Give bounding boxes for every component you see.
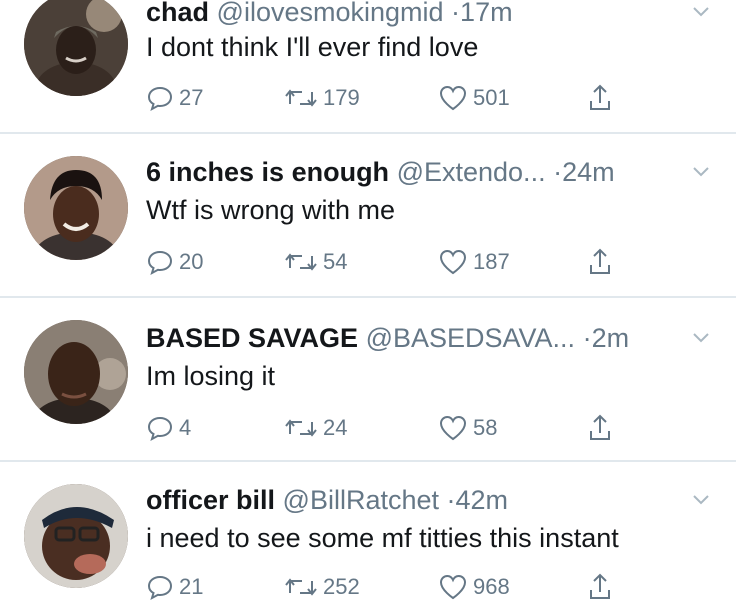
reply-count: 21 <box>179 574 204 599</box>
retweet-arrows-icon <box>284 573 323 601</box>
tweet-text: Im losing it <box>146 361 276 391</box>
retweet-count: 179 <box>323 85 360 110</box>
separator-dot: · <box>582 323 592 353</box>
share-button[interactable] <box>586 411 619 445</box>
avatar[interactable] <box>24 156 128 260</box>
display-name[interactable]: 6 inches is enough <box>146 157 389 187</box>
retweet-count: 24 <box>323 415 348 440</box>
retweet-button[interactable]: 24 <box>284 411 347 445</box>
retweet-button[interactable]: 54 <box>284 245 347 279</box>
timestamp[interactable]: 17m <box>460 0 513 27</box>
chevron-down-icon[interactable] <box>690 0 712 22</box>
reply-count: 27 <box>179 85 204 110</box>
heart-icon <box>438 84 473 112</box>
tweet-actions: 21 252 968 <box>146 570 646 604</box>
reply-button[interactable]: 21 <box>146 570 203 604</box>
share-button[interactable] <box>586 570 619 604</box>
tweet-text: Wtf is wrong with me <box>146 195 396 225</box>
avatar[interactable] <box>24 484 128 588</box>
share-upload-icon <box>586 83 619 113</box>
tweet-item[interactable]: chad @ilovesmokingmid ·17m I dont think … <box>0 0 736 134</box>
retweet-arrows-icon <box>284 414 323 442</box>
user-handle[interactable]: @BASEDSAVA... <box>366 323 575 353</box>
tweet-actions: 20 54 187 <box>146 245 646 279</box>
heart-icon <box>438 414 473 442</box>
separator-dot: · <box>553 157 563 187</box>
like-count: 58 <box>473 415 498 440</box>
like-count: 501 <box>473 85 510 110</box>
reply-button[interactable]: 4 <box>146 411 191 445</box>
like-button[interactable]: 187 <box>438 245 510 279</box>
speech-bubble-icon <box>146 573 179 601</box>
share-upload-icon <box>586 247 619 277</box>
tweet-header: BASED SAVAGE @BASEDSAVA... ·2m <box>146 322 676 354</box>
tweet-actions: 27 179 501 <box>146 81 646 115</box>
like-count: 968 <box>473 574 510 599</box>
reply-button[interactable]: 27 <box>146 81 203 115</box>
tweet-text: i need to see some mf titties this insta… <box>146 523 619 553</box>
speech-bubble-icon <box>146 414 179 442</box>
like-button[interactable]: 501 <box>438 81 510 115</box>
share-upload-icon <box>586 572 619 602</box>
tweet-header: 6 inches is enough @Extendo... ·24m <box>146 156 676 188</box>
retweet-count: 252 <box>323 574 360 599</box>
timestamp[interactable]: 24m <box>562 157 615 187</box>
like-button[interactable]: 58 <box>438 411 497 445</box>
avatar[interactable] <box>24 0 128 96</box>
tweet-header: chad @ilovesmokingmid ·17m <box>146 0 676 28</box>
heart-icon <box>438 248 473 276</box>
tweet-item[interactable]: officer bill @BillRatchet ·42m i need to… <box>0 462 736 611</box>
like-button[interactable]: 968 <box>438 570 510 604</box>
reply-count: 20 <box>179 249 204 274</box>
retweet-button[interactable]: 179 <box>284 81 360 115</box>
chevron-down-icon[interactable] <box>690 326 712 348</box>
share-button[interactable] <box>586 81 619 115</box>
retweet-count: 54 <box>323 249 348 274</box>
share-upload-icon <box>586 413 619 443</box>
user-handle[interactable]: @Extendo... <box>397 157 546 187</box>
retweet-arrows-icon <box>284 248 323 276</box>
tweet-text: I dont think I'll ever find love <box>146 32 479 62</box>
tweet-actions: 4 24 58 <box>146 411 646 445</box>
avatar[interactable] <box>24 320 128 424</box>
timestamp[interactable]: 42m <box>456 485 509 515</box>
user-handle[interactable]: @BillRatchet <box>283 485 439 515</box>
heart-icon <box>438 573 473 601</box>
reply-count: 4 <box>179 415 192 440</box>
retweet-arrows-icon <box>284 84 323 112</box>
speech-bubble-icon <box>146 248 179 276</box>
display-name[interactable]: chad <box>146 0 209 27</box>
tweet-item[interactable]: 6 inches is enough @Extendo... ·24m Wtf … <box>0 134 736 298</box>
speech-bubble-icon <box>146 84 179 112</box>
chevron-down-icon[interactable] <box>690 160 712 182</box>
tweet-header: officer bill @BillRatchet ·42m <box>146 484 676 516</box>
display-name[interactable]: officer bill <box>146 485 275 515</box>
display-name[interactable]: BASED SAVAGE <box>146 323 358 353</box>
tweet-item[interactable]: BASED SAVAGE @BASEDSAVA... ·2m Im losing… <box>0 298 736 462</box>
reply-button[interactable]: 20 <box>146 245 203 279</box>
like-count: 187 <box>473 249 510 274</box>
timestamp[interactable]: 2m <box>592 323 630 353</box>
separator-dot: · <box>446 485 456 515</box>
retweet-button[interactable]: 252 <box>284 570 360 604</box>
chevron-down-icon[interactable] <box>690 488 712 510</box>
tweet-feed: chad @ilovesmokingmid ·17m I dont think … <box>0 0 736 611</box>
share-button[interactable] <box>586 245 619 279</box>
user-handle[interactable]: @ilovesmokingmid <box>217 0 444 27</box>
separator-dot: · <box>451 0 461 27</box>
